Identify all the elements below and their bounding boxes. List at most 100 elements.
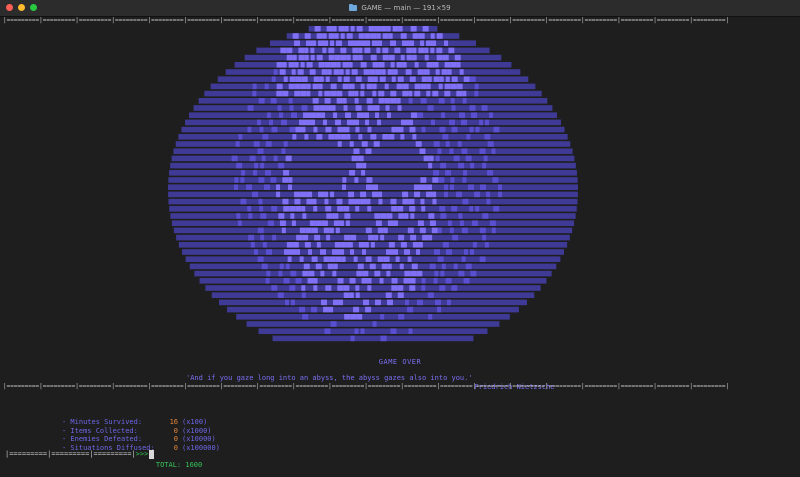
art-highlight bbox=[461, 256, 466, 262]
art-highlight bbox=[384, 98, 391, 104]
art-highlight bbox=[404, 270, 411, 277]
art-highlight bbox=[285, 263, 290, 270]
command-prompt[interactable]: |=========|=========|=========| >>> bbox=[5, 449, 155, 459]
art-stripe bbox=[194, 270, 552, 277]
art-highlight bbox=[323, 227, 330, 234]
minimize-icon[interactable] bbox=[18, 4, 25, 11]
art-highlight bbox=[271, 76, 276, 82]
art-highlight bbox=[470, 162, 475, 169]
art-highlight bbox=[358, 54, 363, 61]
art-highlight bbox=[320, 270, 325, 277]
close-icon[interactable] bbox=[6, 4, 13, 11]
art-highlight bbox=[468, 184, 475, 190]
art-highlight bbox=[290, 213, 295, 219]
art-highlight bbox=[430, 33, 435, 39]
art-highlight bbox=[350, 26, 355, 32]
art-highlight bbox=[286, 242, 293, 248]
art-stripe bbox=[198, 98, 548, 104]
art-highlight bbox=[407, 256, 412, 262]
art-highlight bbox=[417, 220, 424, 226]
art-highlight bbox=[399, 263, 404, 270]
art-highlight bbox=[355, 76, 362, 82]
art-highlight bbox=[365, 119, 370, 126]
art-highlight bbox=[302, 314, 309, 320]
art-highlight bbox=[366, 184, 373, 190]
art-highlight bbox=[384, 83, 389, 90]
art-highlight bbox=[290, 299, 295, 306]
art-highlight bbox=[300, 90, 307, 97]
stat-multiplier: (x100000) bbox=[182, 443, 220, 452]
art-highlight bbox=[332, 26, 337, 32]
art-highlight bbox=[369, 69, 376, 75]
art-highlight bbox=[345, 69, 350, 75]
art-highlight bbox=[402, 83, 409, 90]
art-highlight bbox=[463, 278, 470, 284]
art-highlight bbox=[370, 134, 377, 140]
art-highlight bbox=[366, 98, 373, 104]
art-highlight bbox=[295, 76, 302, 82]
art-highlight bbox=[409, 126, 416, 133]
art-highlight bbox=[441, 69, 448, 75]
art-highlight bbox=[410, 213, 415, 219]
art-highlight bbox=[342, 83, 349, 90]
stat-value: 0 bbox=[173, 443, 178, 452]
art-highlight bbox=[427, 105, 434, 111]
art-stripe bbox=[173, 227, 573, 234]
art-highlight bbox=[346, 242, 353, 248]
art-highlight bbox=[374, 26, 381, 32]
art-stripe bbox=[199, 278, 547, 284]
folder-icon bbox=[349, 4, 358, 11]
art-highlight bbox=[336, 98, 343, 104]
art-highlight bbox=[380, 314, 385, 320]
art-highlight bbox=[330, 62, 337, 68]
art-highlight bbox=[262, 134, 269, 140]
art-highlight bbox=[334, 134, 341, 140]
art-highlight bbox=[252, 90, 257, 97]
art-highlight bbox=[451, 206, 458, 212]
art-highlight bbox=[390, 40, 397, 46]
terminal-output[interactable]: |=========|=========|=========|=========… bbox=[0, 17, 800, 469]
art-highlight bbox=[409, 285, 416, 291]
art-highlight bbox=[261, 263, 268, 270]
art-highlight bbox=[348, 198, 355, 205]
art-highlight bbox=[382, 47, 389, 54]
art-highlight bbox=[259, 126, 264, 133]
art-highlight bbox=[329, 306, 334, 313]
art-highlight bbox=[337, 278, 344, 284]
art-highlight bbox=[252, 191, 259, 198]
art-highlight bbox=[380, 213, 387, 219]
art-highlight bbox=[375, 112, 380, 118]
art-highlight bbox=[313, 126, 318, 133]
art-highlight bbox=[269, 119, 274, 126]
art-highlight bbox=[437, 148, 442, 154]
art-highlight bbox=[364, 242, 369, 248]
art-highlight bbox=[427, 76, 432, 82]
art-highlight bbox=[299, 227, 306, 234]
art-highlight bbox=[342, 98, 347, 104]
art-highlight bbox=[314, 26, 321, 32]
art-highlight bbox=[447, 69, 452, 75]
art-highlight bbox=[390, 198, 397, 205]
art-highlight bbox=[328, 47, 335, 54]
art-highlight bbox=[379, 76, 386, 82]
zoom-icon[interactable] bbox=[30, 4, 37, 11]
art-highlight bbox=[315, 112, 322, 118]
art-highlight bbox=[247, 105, 254, 111]
art-highlight bbox=[292, 54, 297, 61]
art-highlight bbox=[330, 90, 337, 97]
art-stripe bbox=[170, 162, 576, 169]
art-highlight bbox=[440, 270, 445, 277]
art-highlight bbox=[390, 90, 397, 97]
art-highlight bbox=[368, 26, 375, 32]
art-highlight bbox=[267, 220, 274, 226]
art-highlight bbox=[439, 76, 444, 82]
art-highlight bbox=[412, 54, 417, 61]
art-highlight bbox=[397, 285, 404, 291]
art-highlight bbox=[289, 105, 294, 111]
art-highlight bbox=[451, 76, 458, 82]
art-highlight bbox=[441, 112, 446, 118]
art-highlight bbox=[276, 191, 281, 198]
art-highlight bbox=[432, 62, 439, 68]
art-highlight bbox=[347, 119, 354, 126]
art-highlight bbox=[360, 40, 367, 46]
